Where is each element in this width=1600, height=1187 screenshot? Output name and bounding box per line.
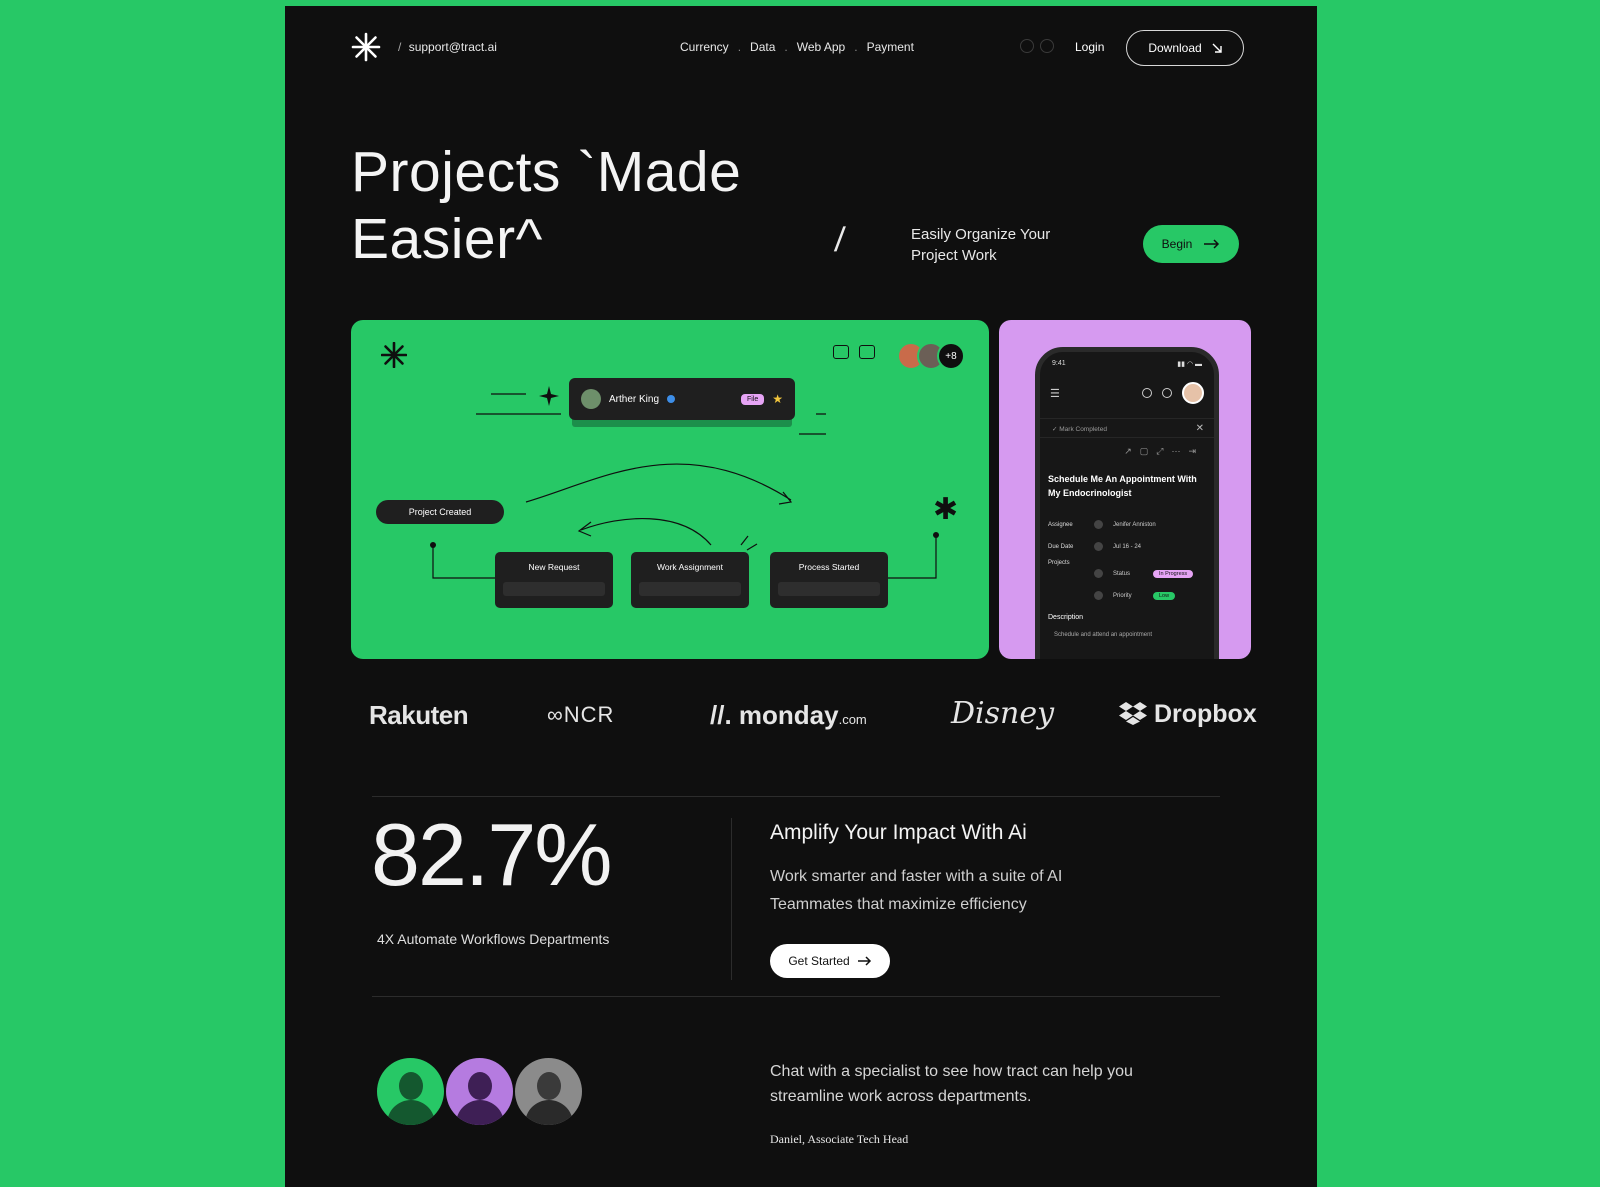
specialist-text: Chat with a specialist to see how tract … bbox=[770, 1063, 1133, 1105]
description-label: Description bbox=[1048, 614, 1084, 621]
priority-row: Priority Low bbox=[1094, 591, 1206, 600]
monday-mark-icon: //. bbox=[710, 700, 732, 730]
big-stat-value: 82.7% bbox=[371, 805, 613, 904]
search-icon[interactable] bbox=[1142, 388, 1152, 398]
dropbox-icon bbox=[1119, 702, 1147, 725]
due-date-row: Due Date Jul 16 - 24 bbox=[1048, 542, 1142, 551]
download-button[interactable]: Download bbox=[1126, 30, 1244, 66]
menu-item-currency[interactable]: Currency bbox=[680, 40, 729, 54]
user-name: Arther King bbox=[609, 393, 660, 405]
support-email[interactable]: / support@tract.ai bbox=[398, 40, 497, 54]
language-switcher[interactable] bbox=[1020, 39, 1054, 53]
mobile-preview-card: 9:41 ▮▮ ◠ ▬ ☰ ✓ Mark Completed ✕ ↗▢⤢⋯⇥ S… bbox=[999, 320, 1251, 659]
status-badge[interactable]: In Progress bbox=[1153, 569, 1194, 578]
board-toolbar bbox=[833, 345, 875, 359]
ncr-mark-icon: ∞ bbox=[547, 702, 564, 727]
project-created-node[interactable]: Project Created bbox=[376, 500, 504, 524]
signal-icon: ▮▮ ◠ ▬ bbox=[1177, 361, 1202, 368]
task-actions[interactable]: ↗▢⤢⋯⇥ bbox=[1124, 446, 1204, 457]
step-new-request[interactable]: New Request bbox=[495, 552, 613, 608]
priority-badge[interactable]: Low bbox=[1153, 591, 1176, 600]
workflow-connectors bbox=[430, 386, 939, 579]
get-started-button[interactable]: Get Started bbox=[770, 944, 890, 978]
file-tag: File bbox=[740, 393, 765, 405]
menu-item-web-app[interactable]: Web App bbox=[797, 40, 845, 54]
collaborator-avatars[interactable]: +8 bbox=[897, 342, 965, 370]
star-icon[interactable]: ★ bbox=[772, 392, 783, 406]
top-nav: / support@tract.ai Currency . Data . Web… bbox=[285, 28, 1317, 68]
ncr-logo: ∞NCR bbox=[547, 702, 615, 727]
avatar[interactable] bbox=[1182, 382, 1204, 404]
specialist-avatars[interactable] bbox=[377, 1058, 584, 1125]
amplify-heading: Amplify Your Impact With Ai bbox=[770, 821, 1027, 844]
menu-item-payment[interactable]: Payment bbox=[867, 40, 914, 54]
flower-icon: ✱ bbox=[933, 493, 959, 526]
step-work-assignment[interactable]: Work Assignment bbox=[631, 552, 749, 608]
step-process-started[interactable]: Process Started bbox=[770, 552, 888, 608]
flag-icon[interactable] bbox=[1020, 39, 1034, 53]
bell-icon[interactable] bbox=[1162, 388, 1172, 398]
monday-logo: //. monday.com bbox=[710, 700, 867, 730]
step-bar bbox=[778, 582, 880, 596]
begin-button[interactable]: Begin bbox=[1143, 225, 1239, 263]
amplify-text: Work smarter and faster with a suite of … bbox=[770, 868, 1063, 913]
arrow-down-right-icon bbox=[1212, 43, 1222, 53]
menu-item-data[interactable]: Data bbox=[750, 40, 775, 54]
section-divider bbox=[372, 796, 1220, 797]
stat-label: 4X Automate Workflows Departments bbox=[377, 931, 610, 947]
user-card[interactable]: Arther King File ★ bbox=[569, 378, 795, 420]
support-email-text[interactable]: support@tract.ai bbox=[409, 40, 497, 54]
hero-title: Projects `Made Easier^ bbox=[351, 140, 742, 271]
avatar[interactable] bbox=[377, 1058, 444, 1125]
more-avatars-badge: +8 bbox=[937, 342, 965, 370]
asterisk-icon bbox=[381, 342, 407, 368]
arrow-right-icon bbox=[1204, 239, 1220, 249]
assignee-row: Assignee Jenifer Anniston bbox=[1048, 520, 1156, 529]
folder-icon[interactable] bbox=[833, 345, 849, 359]
avatar[interactable] bbox=[446, 1058, 513, 1125]
task-title: Schedule Me An Appointment With My Endoc… bbox=[1048, 474, 1197, 498]
landing-page: / support@tract.ai Currency . Data . Web… bbox=[285, 6, 1317, 1187]
status-row: Status In Progress bbox=[1094, 569, 1206, 578]
calendar-icon bbox=[1094, 542, 1103, 551]
vertical-divider bbox=[731, 818, 732, 980]
close-icon[interactable]: ✕ bbox=[1196, 423, 1204, 434]
avatar[interactable] bbox=[515, 1058, 582, 1125]
step-bar bbox=[639, 582, 741, 596]
specialist-author: Daniel, Associate Tech Head bbox=[770, 1132, 909, 1146]
description-text: Schedule and attend an appointment bbox=[1054, 632, 1153, 638]
phone-time: 9:41 bbox=[1052, 360, 1066, 367]
asterisk-logo-icon[interactable] bbox=[351, 32, 381, 62]
bell-icon[interactable] bbox=[859, 345, 875, 359]
mark-completed-bar[interactable]: ✓ Mark Completed ✕ bbox=[1040, 418, 1214, 438]
menu-icon[interactable]: ☰ bbox=[1050, 387, 1060, 400]
client-logos: Rakuten ∞NCR //. monday.com Disney Dropb… bbox=[285, 694, 1317, 738]
login-link[interactable]: Login bbox=[1075, 40, 1104, 54]
hero-subtitle: Easily Organize Your Project Work bbox=[911, 226, 1051, 264]
section-divider bbox=[372, 996, 1220, 997]
workflow-board: +8 Arther King File ★ Project Created Ne… bbox=[351, 320, 989, 659]
dropbox-logo: Dropbox bbox=[1119, 700, 1257, 729]
main-menu: Currency . Data . Web App . Payment bbox=[680, 40, 914, 54]
hero-divider-slash: / bbox=[833, 221, 847, 259]
step-bar bbox=[503, 582, 605, 596]
rakuten-logo: Rakuten bbox=[369, 700, 469, 730]
disney-logo: Disney bbox=[951, 696, 1055, 731]
verified-icon bbox=[667, 395, 676, 403]
avatar bbox=[581, 389, 601, 409]
flag-icon bbox=[1094, 591, 1103, 600]
projects-row: Projects bbox=[1048, 560, 1070, 566]
download-label: Download bbox=[1148, 41, 1202, 55]
arrow-right-icon bbox=[857, 956, 871, 966]
status-icon bbox=[1094, 569, 1103, 578]
avatar bbox=[1094, 520, 1103, 529]
phone-toolbar: ☰ bbox=[1050, 382, 1204, 404]
globe-icon[interactable] bbox=[1040, 39, 1054, 53]
phone-mockup: 9:41 ▮▮ ◠ ▬ ☰ ✓ Mark Completed ✕ ↗▢⤢⋯⇥ S… bbox=[1035, 347, 1219, 659]
